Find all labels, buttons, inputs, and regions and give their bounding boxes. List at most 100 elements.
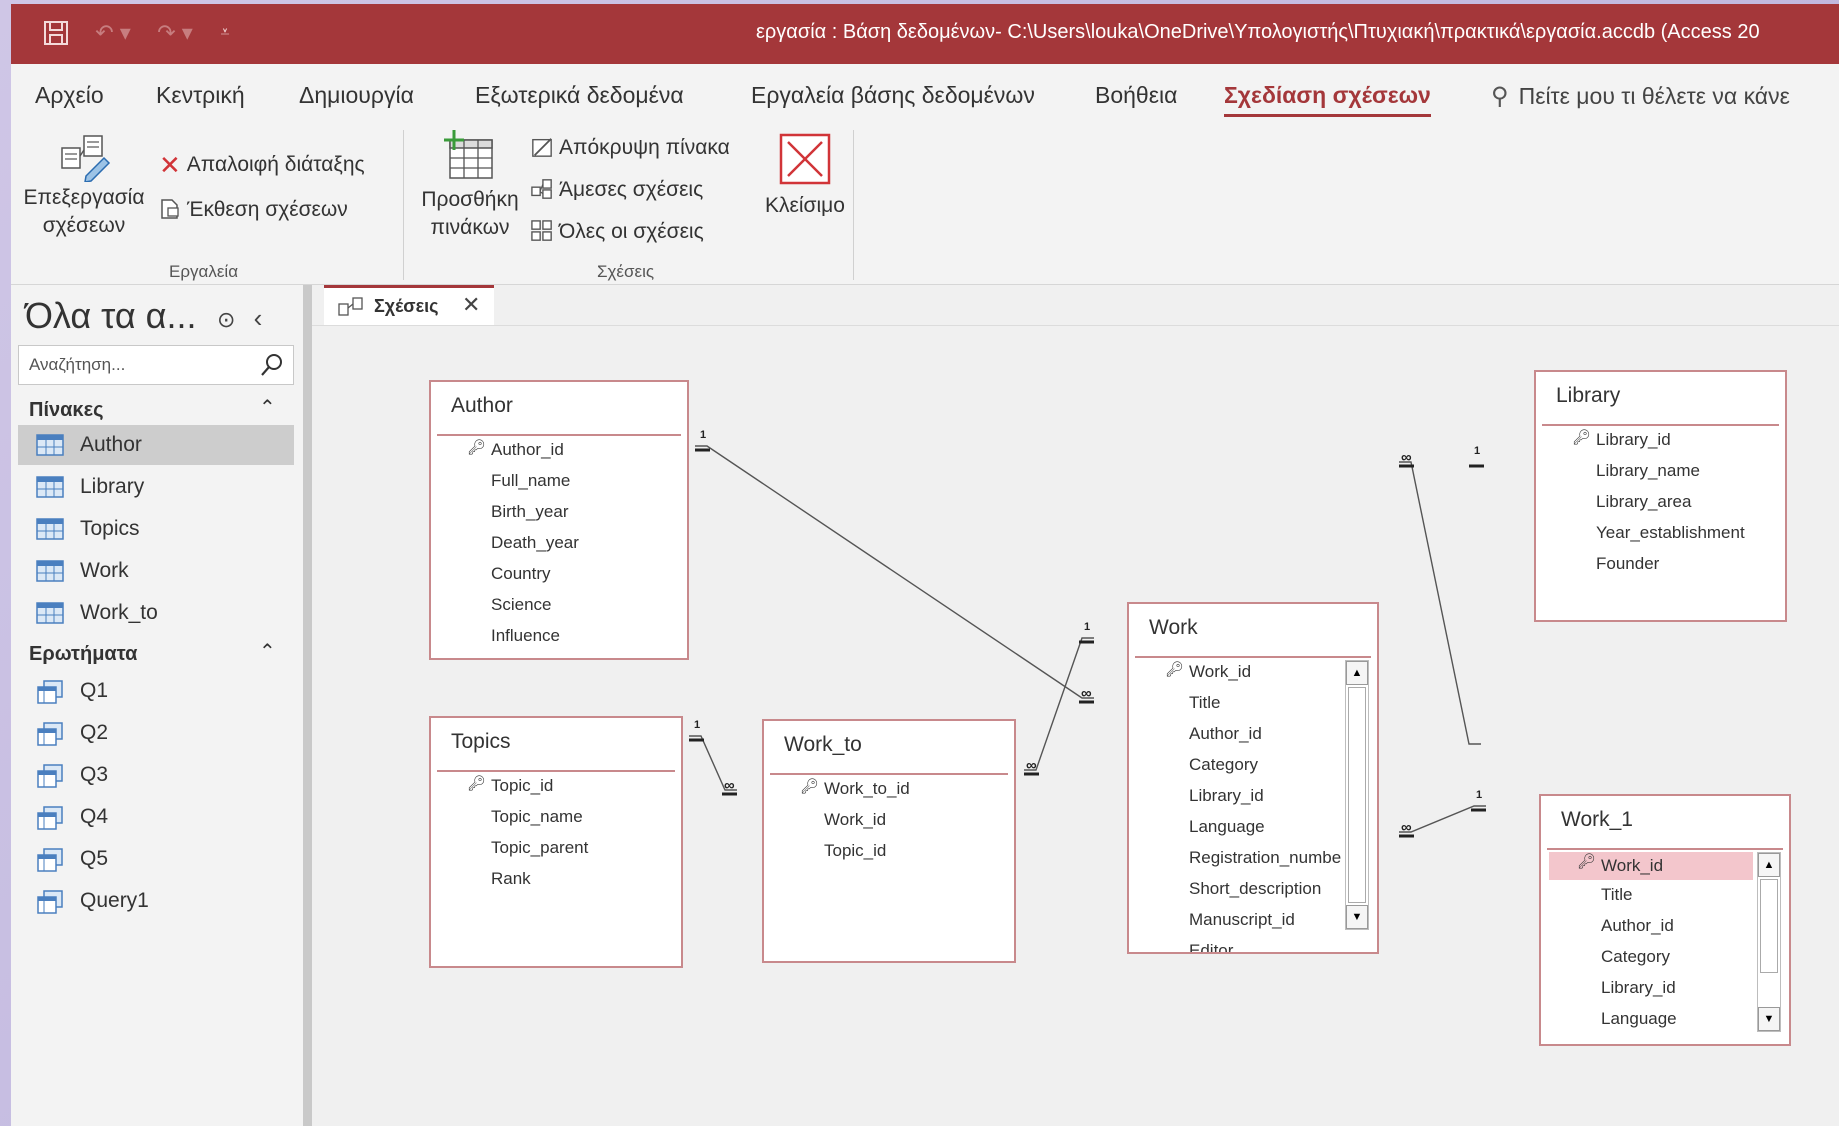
field-topic-parent[interactable]: Topic_parent — [491, 838, 588, 858]
field-country[interactable]: Country — [491, 564, 551, 584]
field-death-year[interactable]: Death_year — [491, 533, 579, 553]
table-work[interactable]: Work 🔑︎ Work_id Title Author_id Category… — [1127, 602, 1379, 954]
rel-library-work[interactable] — [1399, 461, 1481, 745]
direct-relationships-button[interactable]: Άμεσες σχέσεις — [531, 178, 703, 202]
field-category[interactable]: Category — [1601, 947, 1670, 967]
redo-icon[interactable]: ↷ ▾ — [151, 18, 199, 48]
field-author-id[interactable]: Author_id — [1189, 724, 1262, 744]
nav-item-q1[interactable]: Q1 — [18, 671, 294, 711]
nav-item-q3[interactable]: Q3 — [18, 755, 294, 795]
rel-workto-work[interactable] — [1024, 637, 1094, 771]
close-label: Κλείσιμο — [765, 194, 845, 217]
tab-database-tools[interactable]: Εργαλεία βάσης δεδομένων — [751, 82, 1035, 109]
field-registration-number[interactable]: Registration_numbe — [1189, 848, 1347, 868]
field-year-establishment[interactable]: Year_establishment — [1596, 523, 1745, 543]
relationship-report-button[interactable]: Έκθεση σχέσεων — [159, 198, 348, 222]
field-full-name[interactable]: Full_name — [491, 471, 570, 491]
nav-item-q5[interactable]: Q5 — [18, 839, 294, 879]
collapse-chevron-up-icon[interactable]: ⌃ — [259, 395, 276, 420]
table-topics[interactable]: Topics 🔑︎ Topic_id Topic_name Topic_pare… — [429, 716, 683, 968]
nav-item-author[interactable]: Author — [18, 425, 294, 465]
field-title[interactable]: Title — [1601, 885, 1633, 905]
title-divider — [1135, 656, 1371, 658]
work-scrollbar[interactable]: ▲ ▼ — [1345, 660, 1369, 930]
field-title[interactable]: Title — [1189, 693, 1221, 713]
table-author[interactable]: Author 🔑︎ Author_id Full_name Birth_year… — [429, 380, 689, 660]
customize-quick-access-icon[interactable]: ⩡ — [211, 18, 239, 48]
scroll-down-icon[interactable]: ▼ — [1758, 1007, 1780, 1031]
field-work-id[interactable]: Work_id — [1189, 662, 1251, 682]
field-author-id[interactable]: Author_id — [1601, 916, 1674, 936]
tab-relationship-design[interactable]: Σχεδίαση σχέσεων — [1224, 82, 1431, 117]
nav-section-tables[interactable]: Πίνακες — [29, 399, 103, 422]
nav-pane-controls: ⊙ ‹ — [217, 303, 262, 334]
scroll-thumb[interactable] — [1760, 879, 1778, 973]
field-library-area[interactable]: Library_area — [1596, 492, 1691, 512]
nav-item-q4[interactable]: Q4 — [18, 797, 294, 837]
nav-item-q2[interactable]: Q2 — [18, 713, 294, 753]
field-language[interactable]: Language — [1189, 817, 1265, 837]
field-library-id[interactable]: Library_id — [1596, 430, 1671, 450]
tab-external-data[interactable]: Εξωτερικά δεδομένα — [475, 82, 684, 109]
table-work-1[interactable]: Work_1 Work_id 🔑︎ Title Author_id Catego… — [1539, 794, 1791, 1046]
field-topic-id[interactable]: Topic_id — [491, 776, 553, 796]
field-science[interactable]: Science — [491, 595, 551, 615]
nav-item-topics[interactable]: Topics — [18, 509, 294, 549]
field-topic-id[interactable]: Topic_id — [824, 841, 886, 861]
nav-item-query1[interactable]: Query1 — [18, 881, 294, 921]
field-influence[interactable]: Influence — [491, 626, 560, 646]
field-category[interactable]: Category — [1189, 755, 1258, 775]
table-work-to[interactable]: Work_to 🔑︎ Work_to_id Work_id Topic_id — [762, 719, 1016, 963]
table-library[interactable]: Library 🔑︎ Library_id Library_name Libra… — [1534, 370, 1787, 622]
tab-create[interactable]: Δημιουργία — [299, 82, 414, 109]
field-birth-year[interactable]: Birth_year — [491, 502, 568, 522]
primary-key-icon: 🔑︎ — [467, 439, 487, 456]
field-rank[interactable]: Rank — [491, 869, 531, 889]
field-library-id[interactable]: Library_id — [1189, 786, 1264, 806]
field-work-to-id[interactable]: Work_to_id — [824, 779, 910, 799]
field-library-name[interactable]: Library_name — [1596, 461, 1700, 481]
tell-me-box[interactable]: ⚲ Πείτε μου τι θέλετε να κάνε — [1491, 82, 1790, 111]
nav-item-work-to[interactable]: Work_to — [18, 593, 294, 633]
undo-icon[interactable]: ↶ ▾ — [89, 18, 137, 48]
close-tab-icon[interactable]: ✕ — [462, 292, 480, 318]
field-founder[interactable]: Founder — [1596, 554, 1659, 574]
close-relationships-button[interactable]: Κλείσιμο — [755, 132, 855, 220]
nav-item-work[interactable]: Work — [18, 551, 294, 591]
clear-layout-button[interactable]: ✕ Απαλοιφή διάταξης — [159, 150, 365, 181]
collapse-pane-icon[interactable]: ‹ — [254, 303, 263, 333]
field-work-id[interactable]: Work_id — [824, 810, 886, 830]
field-author-id[interactable]: Author_id — [491, 440, 564, 460]
tab-home[interactable]: Κεντρική — [156, 82, 245, 109]
relationships-canvas[interactable]: 1 1 1 1 1 ∞ ∞ ∞ ∞ ∞ Author 🔑︎ Author_id — [312, 325, 1839, 1126]
tab-help[interactable]: Βοήθεια — [1095, 82, 1177, 109]
field-manuscript-id[interactable]: Manuscript_id — [1189, 910, 1295, 930]
hide-table-button[interactable]: Απόκρυψη πίνακα — [531, 136, 730, 160]
all-relationships-button[interactable]: Όλες οι σχέσεις — [531, 220, 704, 244]
scroll-down-icon[interactable]: ▼ — [1346, 905, 1368, 929]
scroll-thumb[interactable] — [1348, 687, 1366, 903]
nav-pane-title[interactable]: Όλα τα α... — [25, 295, 197, 337]
field-topic-name[interactable]: Topic_name — [491, 807, 583, 827]
work-1-scrollbar[interactable]: ▲ ▼ — [1757, 852, 1781, 1032]
scroll-up-icon[interactable]: ▲ — [1758, 853, 1780, 877]
nav-item-label: Q4 — [80, 805, 109, 828]
nav-section-queries[interactable]: Ερωτήματα — [29, 643, 137, 666]
add-tables-button[interactable]: Προσθήκη πινάκων — [415, 128, 525, 242]
tab-file[interactable]: Αρχείο — [35, 82, 104, 109]
nav-search-input[interactable] — [27, 354, 251, 376]
one-label: 1 — [1474, 445, 1480, 457]
scroll-up-icon[interactable]: ▲ — [1346, 661, 1368, 685]
doc-tab-relationships[interactable]: Σχέσεις ✕ — [324, 285, 494, 325]
field-editor[interactable]: Editor — [1189, 941, 1233, 952]
edit-relationships-button[interactable]: Επεξεργασία σχέσεων — [19, 132, 149, 240]
field-library-id[interactable]: Library_id — [1601, 978, 1676, 998]
collapse-chevron-up-icon[interactable]: ⌃ — [259, 639, 276, 664]
rel-author-work[interactable] — [695, 445, 1094, 699]
nav-item-library[interactable]: Library — [18, 467, 294, 507]
nav-menu-dropdown-icon[interactable]: ⊙ — [217, 307, 235, 332]
field-language[interactable]: Language — [1601, 1009, 1677, 1029]
search-icon[interactable] — [259, 352, 285, 378]
save-icon[interactable] — [41, 18, 71, 48]
field-short-description[interactable]: Short_description — [1189, 879, 1321, 899]
